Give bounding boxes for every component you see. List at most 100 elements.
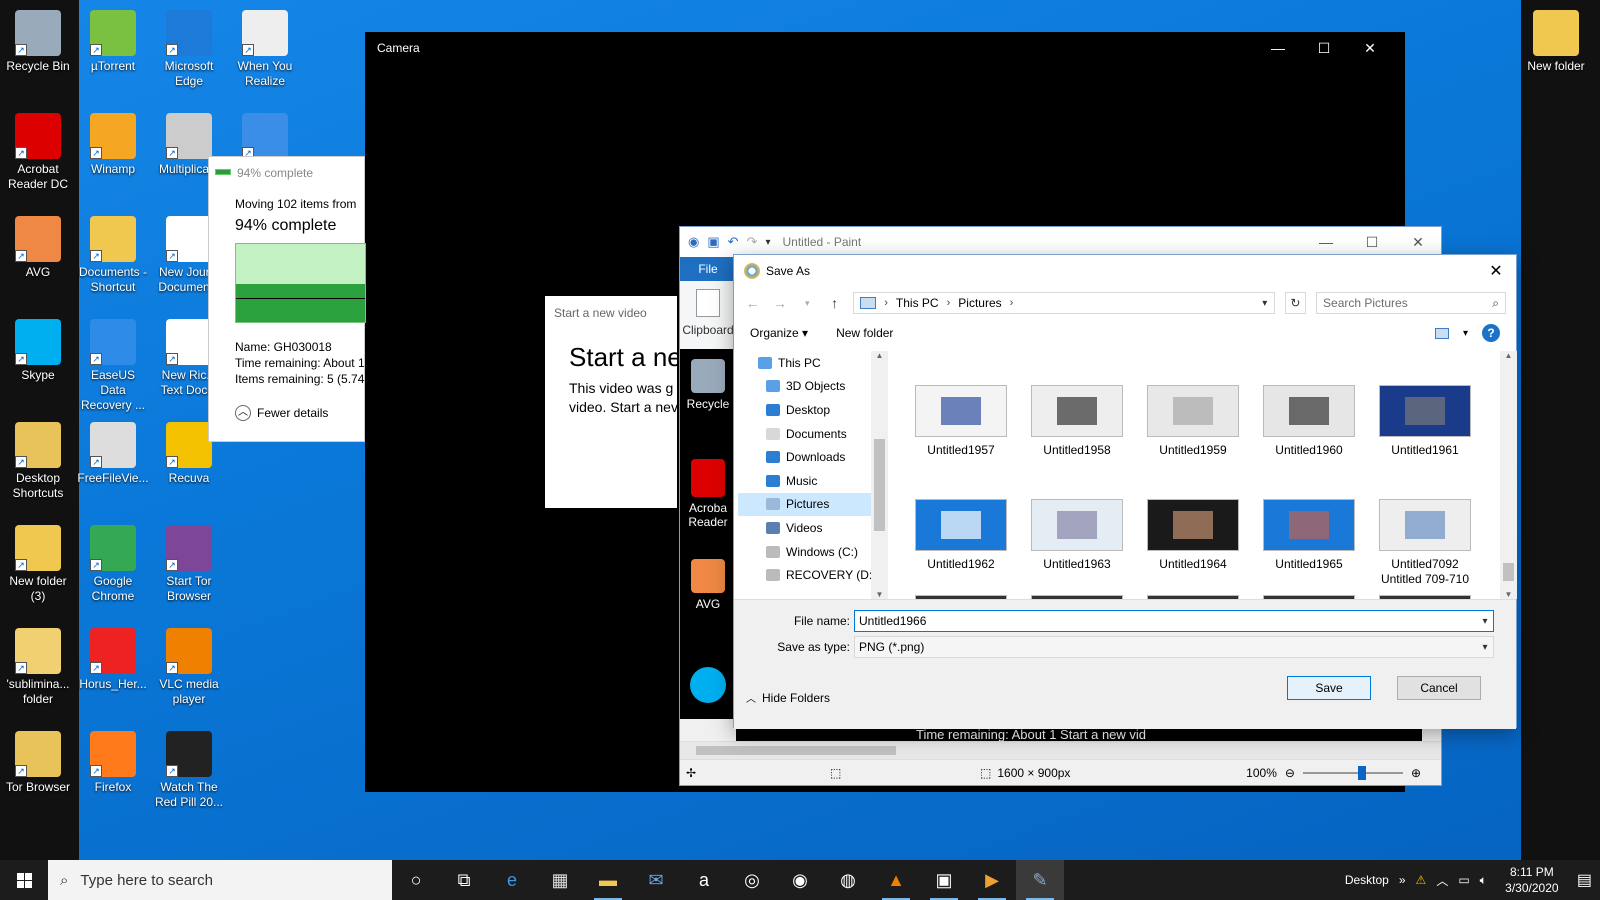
navigation-pane-scrollbar[interactable]: ▲ ▼: [871, 351, 888, 599]
taskbar-app-tripadvisor[interactable]: ◎: [728, 860, 776, 900]
file-tab[interactable]: File: [680, 257, 736, 281]
save-icon[interactable]: ▣: [707, 234, 719, 250]
show-hidden-icons-icon[interactable]: ︿: [1436, 872, 1448, 889]
desktop-icon[interactable]: ↗ Desktop Shortcuts: [0, 416, 76, 501]
nav-item[interactable]: Music: [738, 469, 888, 493]
close-button[interactable]: ✕: [1476, 261, 1516, 281]
file-item[interactable]: Untitled1965: [1254, 499, 1364, 572]
refresh-button[interactable]: ↻: [1284, 292, 1307, 314]
file-item[interactable]: Untitled7092 Untitled 709-710: [1370, 499, 1480, 587]
forward-arrow-icon[interactable]: →: [771, 295, 788, 311]
paint-canvas[interactable]: Recycle Acroba Reader AVG: [680, 349, 736, 719]
taskbar-app-vlc[interactable]: ▲: [872, 860, 920, 900]
desktop-icon[interactable]: ↗ 'sublimina... folder: [0, 622, 76, 707]
nav-item[interactable]: Documents: [738, 422, 888, 446]
desktop-icon[interactable]: ↗ Watch The Red Pill 20...: [151, 725, 227, 810]
desktop-icon[interactable]: ↗ Recycle Bin: [0, 4, 76, 74]
scroll-thumb[interactable]: [696, 746, 896, 755]
desktop-icon[interactable]: ↗ Tor Browser: [0, 725, 76, 795]
taskbar-app-amazon[interactable]: a: [680, 860, 728, 900]
taskbar-app-mail[interactable]: ✉: [632, 860, 680, 900]
desktop-icon[interactable]: ↗ VLC media player: [151, 622, 227, 707]
file-item[interactable]: Untitled1962: [906, 499, 1016, 572]
network-icon[interactable]: ▭: [1458, 873, 1469, 887]
search-input[interactable]: Search Pictures ⌕: [1316, 292, 1506, 314]
desktop-icon[interactable]: ↗ Acrobat Reader DC: [0, 107, 76, 192]
warning-icon[interactable]: ⚠: [1416, 873, 1427, 887]
nav-item[interactable]: Desktop: [738, 398, 888, 422]
scroll-thumb[interactable]: [1503, 563, 1514, 581]
chevron-down-icon[interactable]: ▾: [1256, 298, 1274, 309]
chevron-down-icon[interactable]: ▾: [1477, 642, 1493, 653]
save-as-titlebar[interactable]: Save As ✕: [734, 255, 1516, 287]
hide-folders-button[interactable]: ︿ Hide Folders: [746, 690, 830, 706]
file-move-progress-dialog[interactable]: 94% complete Moving 102 items from 94% c…: [208, 156, 366, 442]
fewer-details-button[interactable]: ︿ Fewer details: [235, 405, 328, 421]
desktop-icon-new-folder[interactable]: New folder: [1518, 4, 1594, 74]
desktop-icon[interactable]: ↗ Winamp: [75, 107, 151, 177]
taskbar-app-edge[interactable]: e: [488, 860, 536, 900]
nav-item[interactable]: Windows (C:): [738, 540, 888, 564]
desktop-icon[interactable]: ↗: [227, 107, 303, 162]
breadcrumb-this-pc[interactable]: This PC: [896, 296, 939, 310]
scroll-thumb[interactable]: [874, 439, 885, 531]
nav-item[interactable]: RECOVERY (D:): [738, 563, 888, 587]
organize-button[interactable]: Organize ▾: [750, 326, 808, 340]
desktop-icon[interactable]: ↗ Microsoft Edge: [151, 4, 227, 89]
recent-locations-icon[interactable]: ▾: [799, 298, 816, 309]
redo-icon[interactable]: ↷: [747, 234, 758, 250]
desktop-icon[interactable]: ↗ New folder (3): [0, 519, 76, 604]
file-item[interactable]: Untitled1959: [1138, 385, 1248, 458]
file-grid-scrollbar[interactable]: ▲ ▼: [1500, 351, 1517, 599]
toolbar-chevron-icon[interactable]: »: [1399, 873, 1406, 887]
start-button[interactable]: [0, 860, 48, 900]
file-item[interactable]: Untitled1961: [1370, 385, 1480, 458]
chevron-right-icon[interactable]: ›: [884, 297, 888, 309]
taskbar-app-camera-app[interactable]: ◉: [776, 860, 824, 900]
taskbar-app-chrome[interactable]: ◍: [824, 860, 872, 900]
zoom-out-button[interactable]: ⊖: [1285, 766, 1295, 780]
taskbar-search-box[interactable]: ⌕ Type here to search: [48, 860, 392, 900]
zoom-slider[interactable]: [1302, 765, 1403, 780]
up-arrow-icon[interactable]: ↑: [826, 295, 843, 311]
file-item[interactable]: Untitled1960: [1254, 385, 1364, 458]
paint-horizontal-scrollbar[interactable]: [680, 741, 1441, 759]
desktop-toolbar-label[interactable]: Desktop: [1345, 873, 1389, 887]
breadcrumb-pictures[interactable]: Pictures: [958, 296, 1001, 310]
clipboard-group[interactable]: Clipboard: [680, 281, 736, 337]
undo-icon[interactable]: ↶: [728, 234, 739, 250]
volume-icon[interactable]: 🔈︎: [1480, 873, 1487, 888]
nav-item[interactable]: Pictures: [738, 492, 888, 517]
clock[interactable]: 8:11 PM 3/30/2020: [1497, 864, 1567, 896]
taskbar-app-camera[interactable]: ▣: [920, 860, 968, 900]
file-name-input[interactable]: Untitled1966 ▾: [854, 610, 1494, 632]
taskbar-app-paint[interactable]: ✎: [1016, 860, 1064, 900]
save-button[interactable]: Save: [1287, 676, 1371, 700]
chevron-down-icon[interactable]: ▾: [1477, 616, 1493, 627]
file-grid[interactable]: Untitled1957 Untitled1958 Untitled1959 Unti…: [900, 351, 1498, 599]
file-item[interactable]: Untitled1963: [1022, 499, 1132, 572]
view-options-icon[interactable]: [1434, 327, 1449, 339]
zoom-in-button[interactable]: ⊕: [1411, 766, 1421, 780]
chevron-down-icon[interactable]: ▾: [1463, 328, 1468, 339]
nav-item[interactable]: Videos: [738, 516, 888, 540]
taskbar-app-store[interactable]: ▦: [536, 860, 584, 900]
taskbar-app-cortana[interactable]: ○: [392, 860, 440, 900]
taskbar-app-task-view[interactable]: ⧉: [440, 860, 488, 900]
cancel-button[interactable]: Cancel: [1397, 676, 1481, 700]
file-item[interactable]: Untitled1957: [906, 385, 1016, 458]
chevron-right-icon[interactable]: ›: [1010, 297, 1014, 309]
address-bar[interactable]: › This PC › Pictures › ▾: [853, 292, 1275, 314]
desktop-icon[interactable]: ↗ When You Realize: [227, 4, 303, 89]
camera-titlebar[interactable]: Camera — ☐ ✕: [365, 32, 1405, 64]
desktop-icon[interactable]: ↗ Documents - Shortcut: [75, 210, 151, 295]
desktop-icon[interactable]: ↗ Start Tor Browser: [151, 519, 227, 604]
taskbar-app-video[interactable]: ▶: [968, 860, 1016, 900]
file-item[interactable]: Untitled1964: [1138, 499, 1248, 572]
paint-titlebar[interactable]: ◉ ▣ ↶ ↷ ▾ Untitled - Paint — ☐ ✕: [680, 227, 1441, 257]
desktop-icon[interactable]: ↗ Horus_Her...: [75, 622, 151, 692]
nav-item[interactable]: 3D Objects: [738, 375, 888, 399]
minimize-button[interactable]: —: [1255, 32, 1301, 64]
new-folder-button[interactable]: New folder: [836, 326, 893, 340]
file-item[interactable]: Untitled1958: [1022, 385, 1132, 458]
